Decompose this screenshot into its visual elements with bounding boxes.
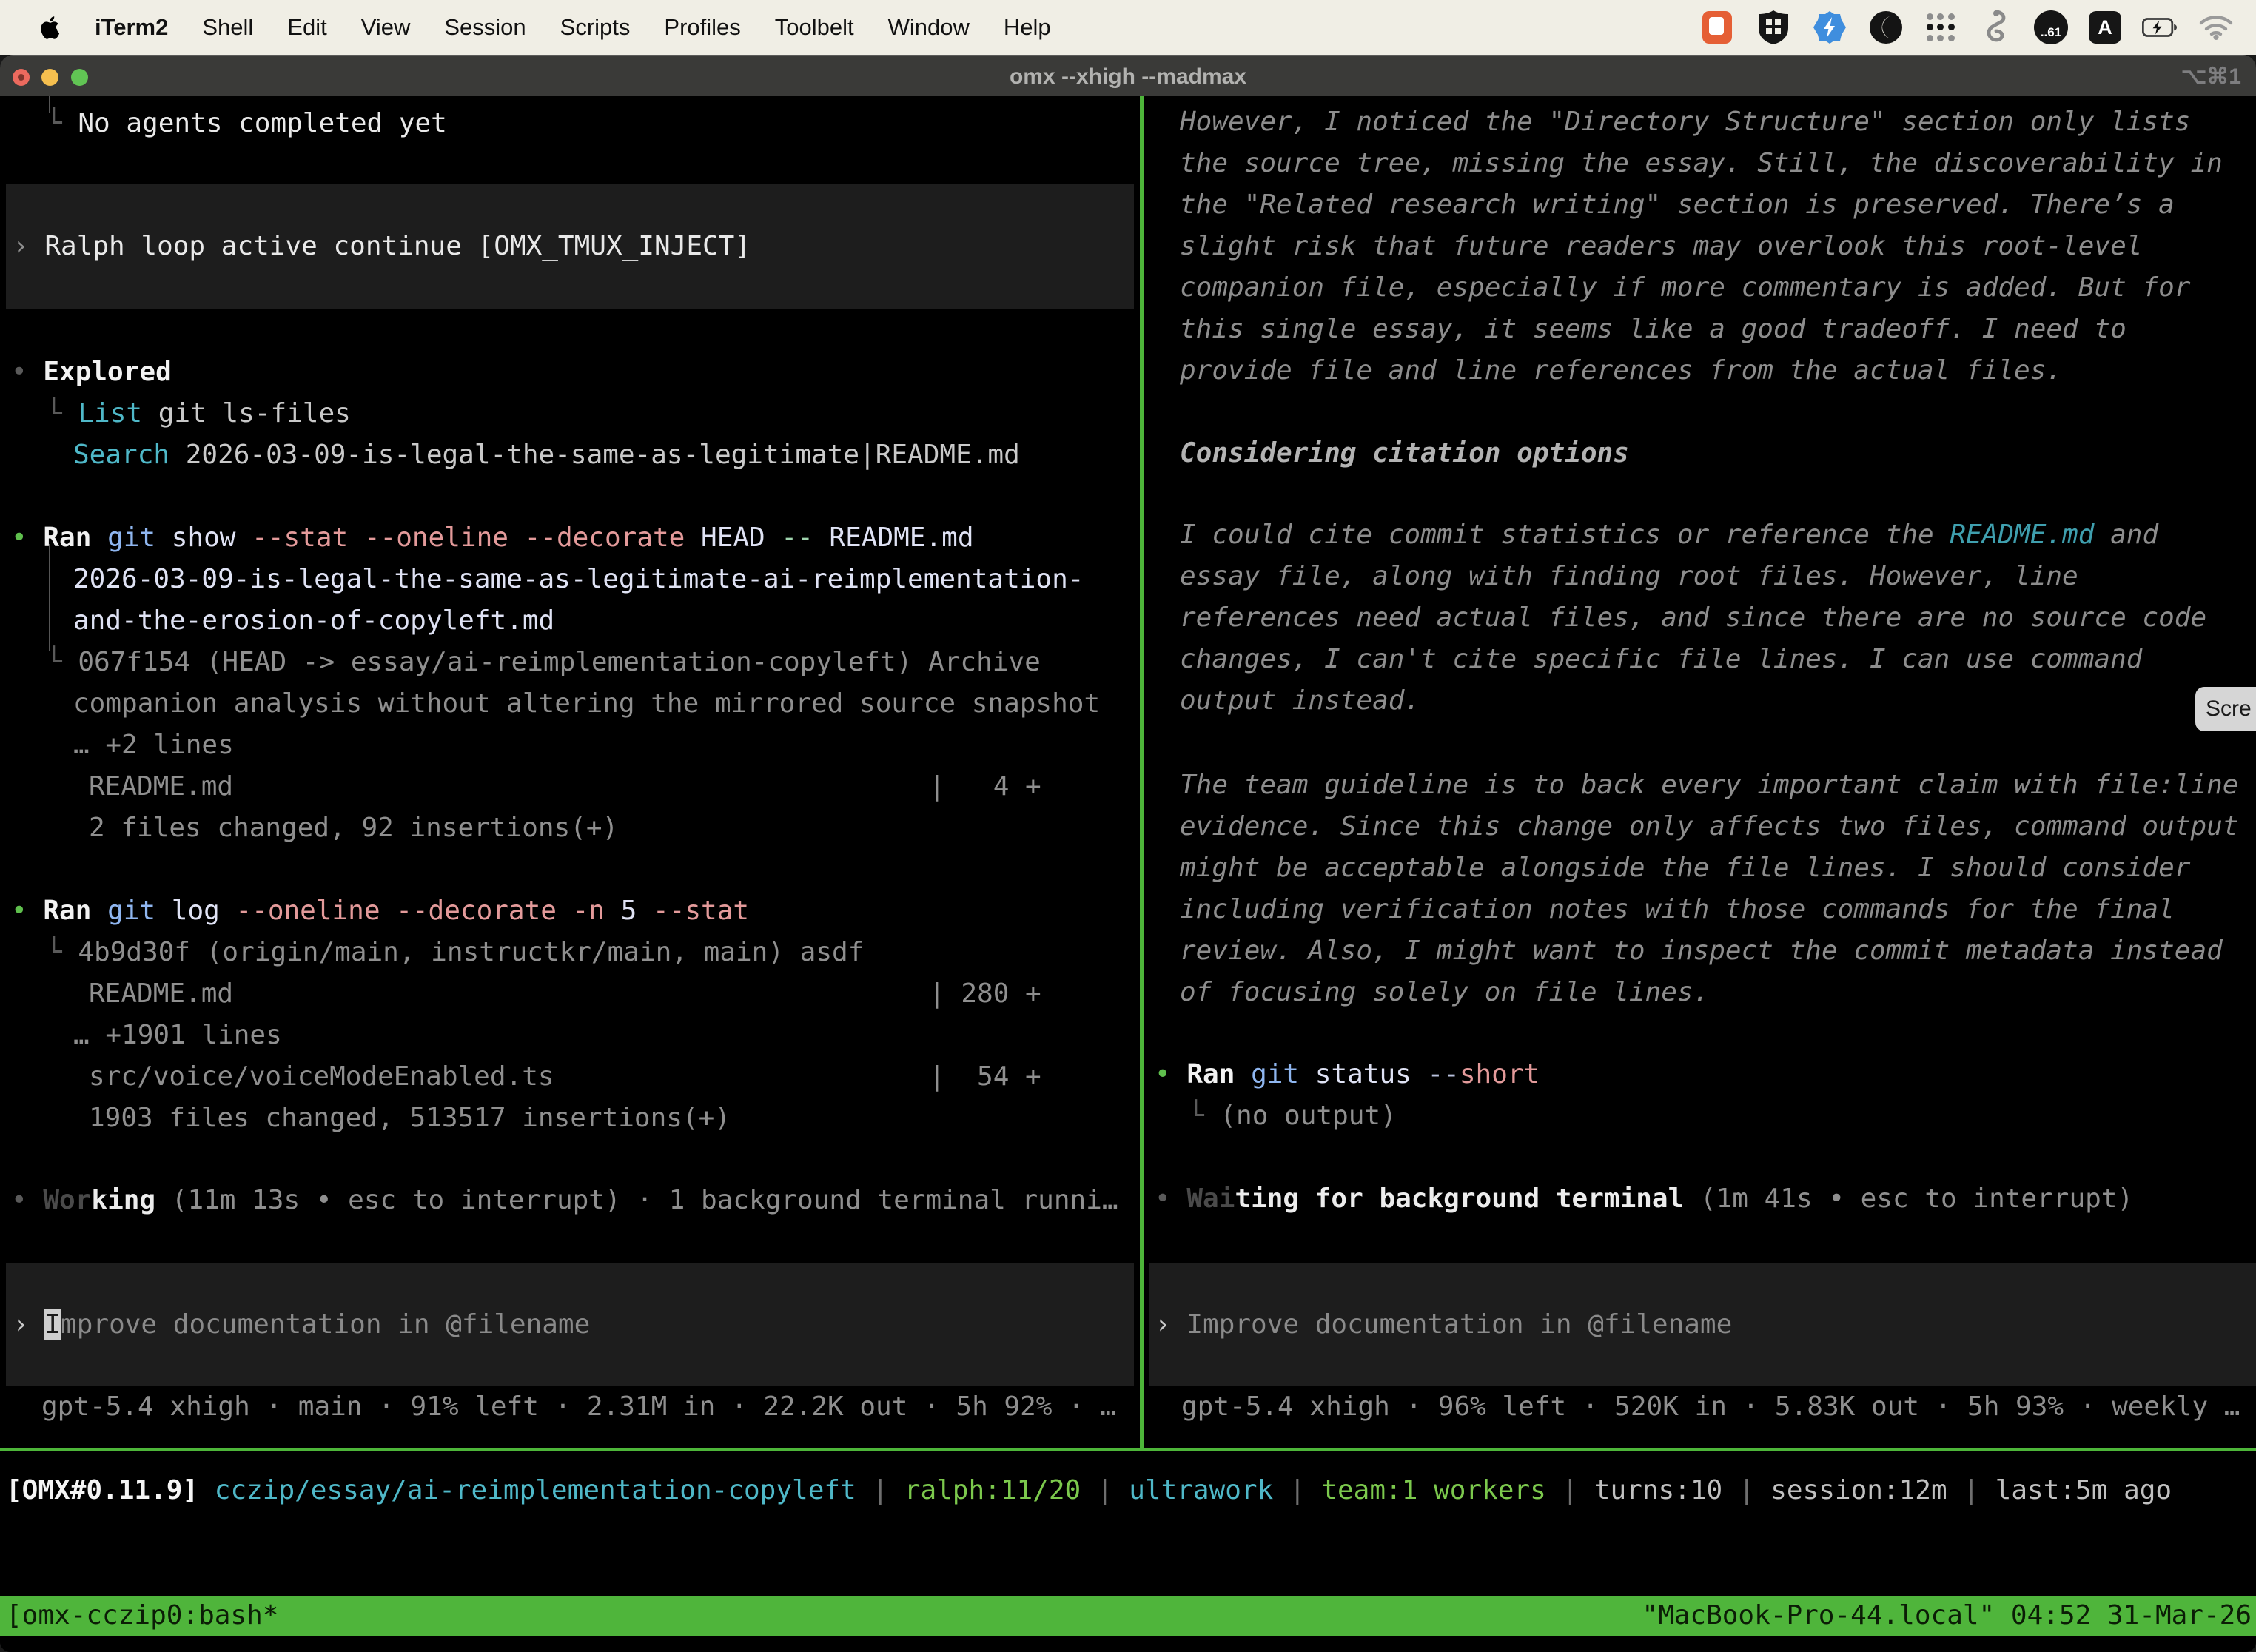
tmux-status-bar: [omx-cczip0:bash* "MacBook-Pro-44.local"… [0, 1596, 2256, 1636]
wifi-icon[interactable] [2198, 10, 2234, 45]
ran-git-log-command: • Ran git log --oneline --decorate -n 5 … [11, 890, 749, 932]
reasoning-line: the "Related research writing" section i… [1180, 184, 2175, 226]
commit-output-line: └ 4b9d30f (origin/main, instructkr/main,… [46, 932, 864, 973]
show-arg-line-2: and-the-erosion-of-copyleft.md [73, 600, 554, 642]
ran-git-show-command: • Ran git show --stat --oneline --decora… [11, 517, 974, 559]
menu-item-view[interactable]: View [361, 14, 411, 41]
menu-item-window[interactable]: Window [888, 14, 970, 41]
window-titlebar[interactable]: omx --xhigh --madmax ⌥⌘1 [0, 55, 2256, 96]
iterm2-window: omx --xhigh --madmax ⌥⌘1 └ No agents com… [0, 55, 2256, 1652]
reasoning-line: this single essay, it seems like a good … [1180, 309, 2126, 350]
battery-percent-badge-icon[interactable]: ..61 [2034, 10, 2068, 44]
reasoning-line: might be acceptable alongside the file l… [1180, 847, 2190, 889]
readme-link: README.md [1950, 520, 2094, 550]
omx-repo-path: cczip/essay/ai-reimplementation-copyleft [198, 1475, 856, 1505]
right-model-status-line: gpt-5.4 xhigh · 96% left · 520K in · 5.8… [1181, 1386, 2240, 1428]
tmux-host-clock: "MacBook-Pro-44.local" 04:52 31-Mar-26 [1642, 1596, 2252, 1636]
text-cursor: I [44, 1309, 61, 1340]
reasoning-line: output instead. [1180, 680, 1420, 722]
reasoning-line: The team guideline is to back every impo… [1180, 765, 2238, 806]
hook-app-icon[interactable] [1978, 10, 2013, 45]
omx-version: [OMX#0.11.9] [6, 1475, 198, 1505]
macos-menu-bar: iTerm2 Shell Edit View Session Scripts P… [0, 0, 2256, 55]
reasoning-line: references need actual files, and since … [1180, 597, 2206, 639]
pane-divider-vertical[interactable] [1140, 96, 1144, 1451]
reasoning-line: I could cite commit statistics or refere… [1180, 514, 2158, 556]
reasoning-line: essay file, along with finding root file… [1180, 556, 2078, 597]
truncated-lines-note: … +1901 lines [73, 1015, 282, 1056]
omx-last: last:5m ago [1995, 1475, 2172, 1505]
ralph-loop-box: › Ralph loop active continue [OMX_TMUX_I… [6, 184, 1134, 309]
commit-output-line: └ 067f154 (HEAD -> essay/ai-reimplementa… [46, 642, 1041, 683]
battery-charging-icon[interactable] [2142, 10, 2178, 45]
reasoning-line: including verification notes with those … [1180, 889, 2175, 930]
menu-item-scripts[interactable]: Scripts [560, 14, 631, 41]
diffstat-line: README.md| 4 + [89, 766, 233, 807]
menu-item-toolbelt[interactable]: Toolbelt [775, 14, 854, 41]
truncated-lines-note: … +2 lines [73, 725, 234, 766]
reasoning-line: changes, I can't cite specific file line… [1180, 639, 2142, 680]
reasoning-line: evidence. Since this change only affects… [1180, 806, 2238, 847]
shield-app-icon[interactable] [1756, 10, 1791, 45]
screen: iTerm2 Shell Edit View Session Scripts P… [0, 0, 2256, 1652]
reasoning-line: provide file and line references from th… [1180, 350, 2062, 392]
dots-grid-icon[interactable] [1924, 11, 1957, 44]
window-title: omx --xhigh --madmax [0, 56, 2256, 98]
input-source-a-icon[interactable]: A [2089, 11, 2121, 44]
ran-git-status-command: • Ran git status --short [1155, 1054, 1540, 1095]
menu-item-help[interactable]: Help [1004, 14, 1051, 41]
explored-header: • Explored [11, 352, 172, 393]
omx-status-bar: [OMX#0.11.9] cczip/essay/ai-reimplementa… [6, 1470, 2172, 1511]
terminal-content[interactable]: └ No agents completed yet › Ralph loop a… [0, 96, 2256, 1652]
right-prompt-input[interactable]: › Improve documentation in @filename [1155, 1304, 1732, 1346]
explored-list-line: └ List git ls-files [46, 393, 351, 434]
right-terminal-pane[interactable]: However, I noticed the "Directory Struct… [1149, 96, 2256, 1448]
pane-divider-horizontal [0, 1448, 2256, 1451]
menu-item-session[interactable]: Session [444, 14, 526, 41]
reasoning-heading: Considering citation options [1180, 433, 1629, 474]
menu-item-app[interactable]: iTerm2 [95, 14, 168, 41]
tree-guide [49, 544, 50, 651]
reasoning-line: of focusing solely on file lines. [1180, 972, 1709, 1013]
menu-item-profiles[interactable]: Profiles [664, 14, 740, 41]
diffstat-summary: 2 files changed, 92 insertions(+) [89, 807, 618, 849]
diffstat-summary: 1903 files changed, 513517 insertions(+) [89, 1098, 731, 1139]
no-agents-line: └ No agents completed yet [46, 103, 447, 144]
reasoning-line: review. Also, I might want to inspect th… [1180, 930, 2223, 972]
working-status-line: • Working (11m 13s • esc to interrupt) ·… [11, 1180, 1118, 1221]
apple-menu-icon[interactable] [38, 10, 61, 45]
diffstat-line: src/voice/voiceModeEnabled.ts| 54 + [89, 1056, 554, 1098]
omx-ralph-count: ralph:11/20 [904, 1475, 1081, 1505]
chat-app-icon[interactable] [1699, 10, 1735, 45]
screen-tooltip[interactable]: Scre [2195, 687, 2256, 731]
menu-item-shell[interactable]: Shell [202, 14, 253, 41]
right-prompt-box[interactable]: › Improve documentation in @filename [1149, 1263, 2256, 1386]
tmux-session-name: [omx-cczip0:bash* [6, 1596, 278, 1636]
reasoning-line: companion file, especially if more comme… [1180, 267, 2190, 309]
omx-turns: turns:10 [1594, 1475, 1722, 1505]
menu-item-edit[interactable]: Edit [287, 14, 326, 41]
left-model-status-line: gpt-5.4 xhigh · main · 91% left · 2.31M … [41, 1386, 1116, 1428]
waiting-status-line: • Waiting for background terminal (1m 41… [1155, 1178, 2133, 1220]
browser-app-icon[interactable] [1868, 10, 1904, 45]
ralph-loop-line: › Ralph loop active continue [OMX_TMUX_I… [13, 226, 751, 267]
diffstat-line: README.md| 280 + [89, 973, 233, 1015]
lightning-badge-icon[interactable] [1812, 10, 1847, 45]
show-arg-line-1: 2026-03-09-is-legal-the-same-as-legitima… [73, 559, 1084, 600]
omx-session: session:12m [1770, 1475, 1947, 1505]
explored-search-line: Search 2026-03-09-is-legal-the-same-as-l… [73, 434, 1020, 476]
no-output-line: └ (no output) [1188, 1095, 1397, 1137]
left-prompt-input[interactable]: › Improve documentation in @filename [13, 1304, 590, 1346]
left-prompt-box[interactable]: › Improve documentation in @filename [6, 1263, 1134, 1386]
reasoning-line: the source tree, missing the essay. Stil… [1180, 143, 2223, 184]
omx-ultrawork: ultrawork [1129, 1475, 1273, 1505]
reasoning-line: However, I noticed the "Directory Struct… [1180, 101, 2190, 143]
left-terminal-pane[interactable]: └ No agents completed yet › Ralph loop a… [0, 96, 1140, 1448]
omx-team: team:1 workers [1321, 1475, 1545, 1505]
reasoning-line: slight risk that future readers may over… [1180, 226, 2142, 267]
commit-output-line: companion analysis without altering the … [73, 683, 1100, 725]
window-shortcut: ⌥⌘1 [2181, 56, 2241, 98]
